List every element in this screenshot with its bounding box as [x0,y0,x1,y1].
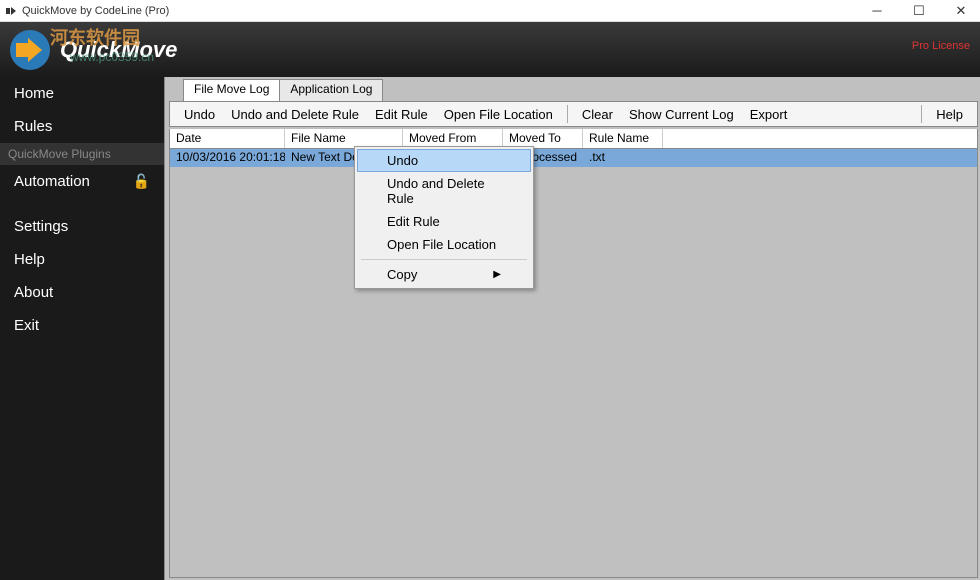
app-logo [8,28,52,72]
sidebar-item-rules[interactable]: Rules [0,110,164,143]
app-header: 河东软件园 www.pc0359.cn QuickMove Pro Licens… [0,22,980,77]
context-label: Edit Rule [387,214,440,229]
sidebar-label: Rules [14,118,52,135]
sidebar-label: Home [14,85,54,102]
tab-bar: File Move Log Application Log [167,79,980,101]
titlebar: QuickMove by CodeLine (Pro) ─ ☐ ✕ [0,0,980,22]
open-location-button[interactable]: Open File Location [438,105,559,124]
separator [361,259,527,260]
watermark-text: 河东软件园 [50,24,140,50]
sidebar-label: About [14,284,53,301]
sidebar: Home Rules QuickMove Plugins Automation … [0,77,164,580]
maximize-button[interactable]: ☐ [908,2,930,20]
tab-application-log[interactable]: Application Log [279,79,383,101]
cell-date: 10/03/2016 20:01:18 [170,149,285,167]
watermark-url: www.pc0359.cn [70,50,154,64]
cell-rule-name: .txt [583,149,663,167]
sidebar-section-plugins: QuickMove Plugins [0,143,164,165]
sidebar-label: Exit [14,317,39,334]
sidebar-item-settings[interactable]: Settings [0,210,164,243]
separator [921,105,922,123]
header-date[interactable]: Date [170,129,285,148]
context-edit-rule[interactable]: Edit Rule [357,210,531,233]
padlock-icon: 🔓 [133,173,150,190]
edit-rule-button[interactable]: Edit Rule [369,105,434,124]
sidebar-item-help[interactable]: Help [0,243,164,276]
content-area: File Move Log Application Log Undo Undo … [164,77,980,580]
sidebar-item-about[interactable]: About [0,276,164,309]
tab-label: Application Log [290,82,372,96]
app-icon [4,4,18,18]
sidebar-label: Help [14,251,45,268]
undo-button[interactable]: Undo [178,105,221,124]
help-button[interactable]: Help [930,105,969,124]
header-rule-name[interactable]: Rule Name [583,129,663,148]
context-label: Undo and Delete Rule [387,176,501,206]
sidebar-item-exit[interactable]: Exit [0,309,164,342]
spacer [0,198,164,210]
minimize-button[interactable]: ─ [866,2,888,20]
sidebar-item-home[interactable]: Home [0,77,164,110]
toolbar: Undo Undo and Delete Rule Edit Rule Open… [169,101,978,127]
context-undo[interactable]: Undo [357,149,531,172]
context-label: Undo [387,153,418,168]
context-copy[interactable]: Copy ▶ [357,263,531,286]
table-header: Date File Name Moved From Moved To Rule … [170,129,977,149]
window-controls: ─ ☐ ✕ [866,2,972,20]
main-area: Home Rules QuickMove Plugins Automation … [0,77,980,580]
close-button[interactable]: ✕ [950,2,972,20]
tab-file-move-log[interactable]: File Move Log [183,79,280,101]
sidebar-item-automation[interactable]: Automation 🔓 [0,165,164,198]
context-label: Copy [387,267,417,282]
show-current-button[interactable]: Show Current Log [623,105,740,124]
table-body: 10/03/2016 20:01:18 New Text Document.tx… [170,149,977,167]
tab-label: File Move Log [194,82,269,96]
context-undo-delete[interactable]: Undo and Delete Rule [357,172,531,210]
context-open-location[interactable]: Open File Location [357,233,531,256]
sidebar-label: Settings [14,218,68,235]
clear-button[interactable]: Clear [576,105,619,124]
table-row[interactable]: 10/03/2016 20:01:18 New Text Document.tx… [170,149,977,167]
license-badge: Pro License [912,40,970,52]
export-button[interactable]: Export [744,105,794,124]
context-label: Open File Location [387,237,496,252]
chevron-right-icon: ▶ [493,269,501,280]
undo-delete-button[interactable]: Undo and Delete Rule [225,105,365,124]
sidebar-label: Automation [14,173,90,190]
window-title: QuickMove by CodeLine (Pro) [22,5,866,17]
separator [567,105,568,123]
context-menu: Undo Undo and Delete Rule Edit Rule Open… [354,146,534,289]
log-table: Date File Name Moved From Moved To Rule … [169,129,978,578]
